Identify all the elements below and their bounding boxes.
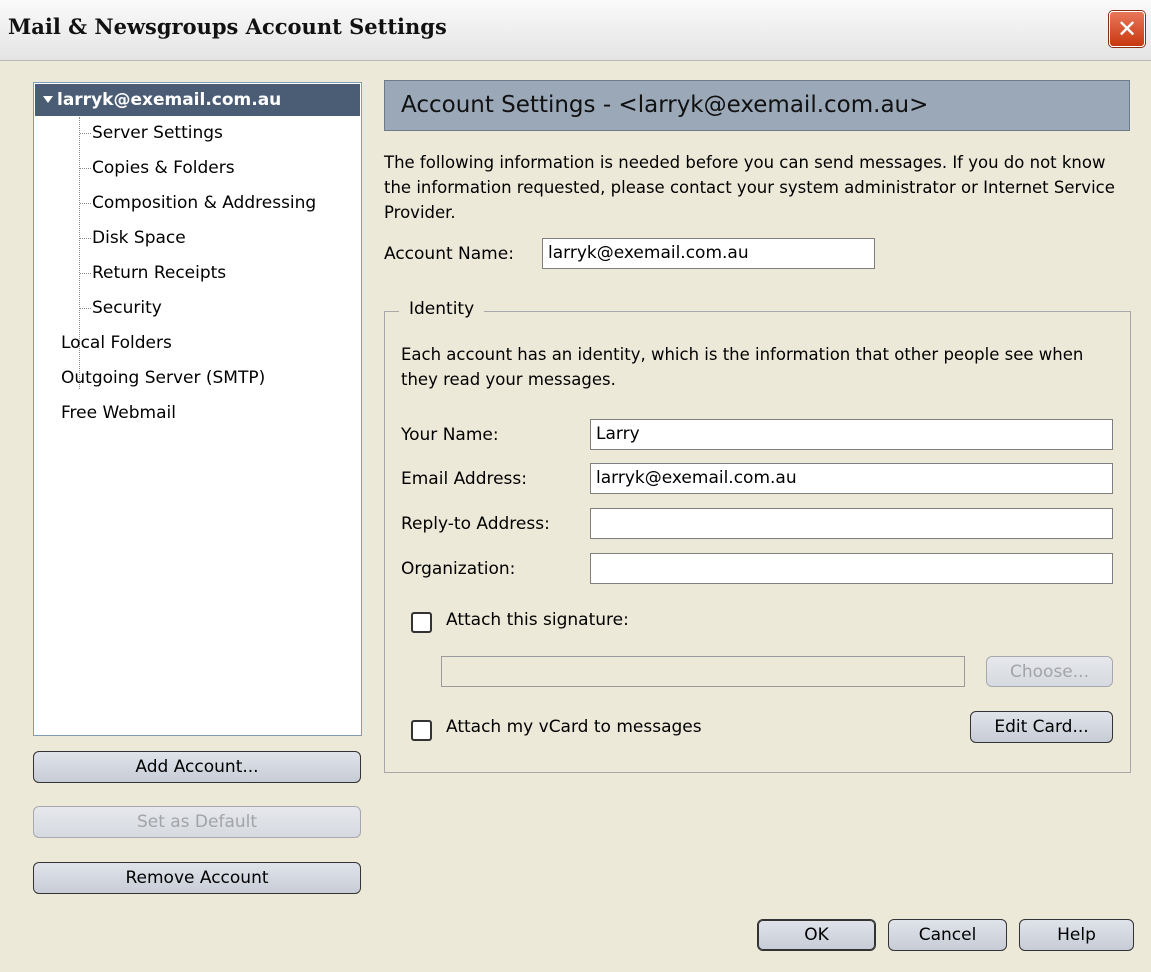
your-name-label: Your Name: xyxy=(401,425,499,445)
tree-item-disk-space[interactable]: Disk Space xyxy=(80,222,186,254)
tree-item-return-receipts[interactable]: Return Receipts xyxy=(79,257,226,289)
set-as-default-button[interactable]: Set as Default xyxy=(33,806,361,838)
edit-card-button[interactable]: Edit Card... xyxy=(970,711,1113,743)
attach-signature-label: Attach this signature: xyxy=(446,610,629,630)
email-address-field[interactable]: larryk@exemail.com.au xyxy=(590,463,1113,494)
identity-description: Each account has an identity, which is t… xyxy=(401,345,1084,389)
attach-signature-checkbox[interactable] xyxy=(411,612,432,633)
tree-item-account-label: larryk@exemail.com.au xyxy=(57,90,282,110)
your-name-field[interactable]: Larry xyxy=(590,419,1113,450)
reply-to-label: Reply-to Address: xyxy=(401,514,550,534)
tree-item-server-settings[interactable]: Server Settings xyxy=(80,117,223,149)
title-bar[interactable]: Mail & Newsgroups Account Settings ✕ xyxy=(0,0,1151,61)
signature-path-field[interactable] xyxy=(441,656,965,687)
account-tree[interactable]: larryk@exemail.com.au Server Settings Co… xyxy=(33,82,362,736)
reply-to-field[interactable] xyxy=(590,508,1113,539)
tree-item-copies-folders[interactable]: Copies & Folders xyxy=(80,152,235,184)
window-title: Mail & Newsgroups Account Settings xyxy=(8,14,447,39)
add-account-button[interactable]: Add Account... xyxy=(33,751,361,783)
organization-field[interactable] xyxy=(590,553,1113,584)
account-name-label: Account Name: xyxy=(384,244,514,264)
email-address-label: Email Address: xyxy=(401,469,527,489)
tree-item-free-webmail[interactable]: Free Webmail xyxy=(61,397,176,429)
ok-button[interactable]: OK xyxy=(757,919,876,951)
close-icon[interactable]: ✕ xyxy=(1109,11,1145,47)
account-settings-dialog: Mail & Newsgroups Account Settings ✕ lar… xyxy=(0,0,1151,972)
choose-button[interactable]: Choose... xyxy=(986,656,1113,687)
identity-legend: Identity xyxy=(399,299,485,319)
tree-item-local-folders[interactable]: Local Folders xyxy=(61,327,172,359)
panel-title: Account Settings - <larryk@exemail.com.a… xyxy=(401,92,929,118)
account-name-field[interactable]: larryk@exemail.com.au xyxy=(542,238,875,269)
intro-text: The following information is needed befo… xyxy=(384,153,1115,222)
expand-triangle-icon[interactable] xyxy=(43,95,53,103)
tree-item-outgoing-server[interactable]: Outgoing Server (SMTP) xyxy=(61,362,265,394)
cancel-button[interactable]: Cancel xyxy=(888,919,1007,951)
tree-item-composition-addressing[interactable]: Composition & Addressing xyxy=(79,187,316,219)
attach-vcard-label: Attach my vCard to messages xyxy=(446,717,702,737)
panel-header: Account Settings - <larryk@exemail.com.a… xyxy=(384,80,1130,131)
help-button[interactable]: Help xyxy=(1019,919,1134,951)
organization-label: Organization: xyxy=(401,559,516,579)
remove-account-button[interactable]: Remove Account xyxy=(33,862,361,894)
tree-item-account[interactable]: larryk@exemail.com.au xyxy=(35,84,360,116)
attach-vcard-checkbox[interactable] xyxy=(411,720,432,741)
tree-item-security[interactable]: Security xyxy=(80,292,162,324)
